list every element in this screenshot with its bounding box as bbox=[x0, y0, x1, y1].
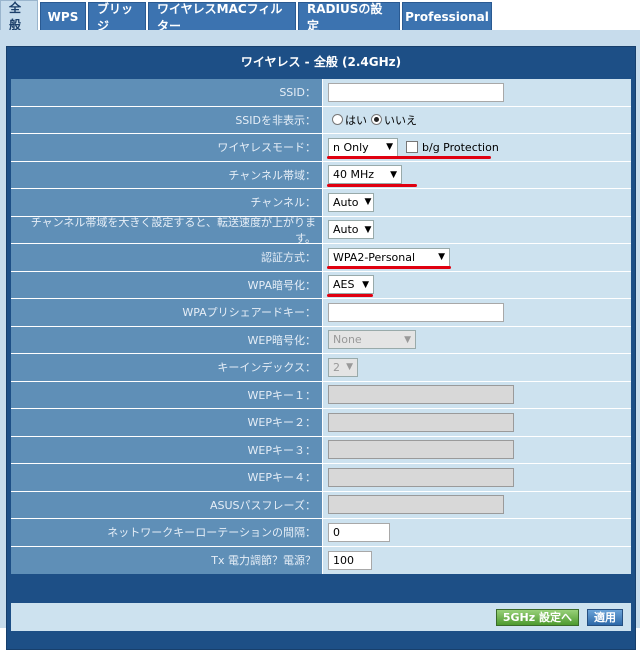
tab-professional[interactable]: Professional bbox=[402, 2, 492, 30]
wep-key2-input[interactable] bbox=[328, 412, 514, 432]
wireless-mode-select[interactable]: n Only ▼ bbox=[328, 137, 398, 157]
annotation-underline bbox=[327, 266, 451, 269]
chevron-down-icon: ▼ bbox=[404, 334, 411, 345]
asus-passphrase-input[interactable] bbox=[328, 495, 504, 515]
wireless-mode-label: ワイヤレスモード： bbox=[11, 134, 322, 161]
hide-ssid-yes-radio[interactable] bbox=[332, 114, 343, 126]
wep-key1-input[interactable] bbox=[328, 385, 514, 405]
wep-encryption-select[interactable]: None ▼ bbox=[328, 330, 416, 350]
asus-passphrase-label: ASUSパスフレーズ： bbox=[11, 491, 322, 518]
annotation-underline bbox=[327, 156, 491, 159]
row-auth-method: 認証方式： WPA2-Personal ▼ bbox=[11, 244, 631, 272]
settings-form: SSID： SSIDを非表示： はい いいえ ワイヤレスモード： n Only ▼ bbox=[11, 79, 631, 574]
row-key-index: キーインデックス： 2 ▼ bbox=[11, 354, 631, 382]
ext-channel-select[interactable]: Auto ▼ bbox=[328, 220, 374, 240]
wep-key4-label: WEPキー４： bbox=[11, 464, 322, 491]
chevron-down-icon: ▼ bbox=[364, 197, 372, 208]
wpa-psk-label: WPAプリシェアードキー： bbox=[11, 299, 322, 326]
row-wpa-psk: WPAプリシェアードキー： bbox=[11, 299, 631, 327]
tx-power-input[interactable]: 100 bbox=[328, 550, 372, 570]
row-wep-key1: WEPキー１： bbox=[11, 381, 631, 409]
key-index-label: キーインデックス： bbox=[11, 354, 322, 381]
auth-method-label: 認証方式： bbox=[11, 244, 322, 271]
chevron-down-icon: ▼ bbox=[386, 142, 393, 153]
row-wep-key3: WEPキー３： bbox=[11, 436, 631, 464]
tab-bridge[interactable]: ブリッジ bbox=[88, 2, 146, 33]
ext-channel-label: チャンネル帯域を大きく設定すると、転送速度が上がります。 bbox=[11, 216, 322, 245]
chevron-down-icon: ▼ bbox=[390, 169, 397, 180]
wep-key3-input[interactable] bbox=[328, 440, 514, 460]
wpa-encryption-select[interactable]: AES ▼ bbox=[328, 275, 374, 295]
row-wep-key2: WEPキー２： bbox=[11, 409, 631, 437]
key-index-select[interactable]: 2 ▼ bbox=[328, 357, 358, 377]
annotation-underline bbox=[327, 293, 373, 297]
wep-encryption-label: WEP暗号化： bbox=[11, 326, 322, 353]
row-ssid: SSID： bbox=[11, 79, 631, 107]
bg-protection-label: b/g Protection bbox=[422, 140, 499, 154]
chevron-down-icon: ▼ bbox=[364, 224, 372, 235]
hide-ssid-no-radio[interactable] bbox=[371, 114, 382, 126]
annotation-underline bbox=[327, 183, 417, 187]
key-rotation-label: ネットワークキーローテーションの間隔： bbox=[11, 519, 322, 546]
tab-radius[interactable]: RADIUSの設定 bbox=[298, 2, 400, 33]
content-frame: ワイヤレス - 全般 (2.4GHz) SSID： SSIDを非表示： はい い… bbox=[0, 30, 640, 650]
tx-power-label: Tx 電力調節？電源？ bbox=[11, 546, 322, 574]
tab-general[interactable]: 全般 bbox=[0, 0, 38, 32]
ssid-label: SSID： bbox=[11, 79, 322, 106]
wep-key2-label: WEPキー２： bbox=[11, 409, 322, 436]
auth-method-select[interactable]: WPA2-Personal ▼ bbox=[328, 247, 450, 267]
chevron-down-icon: ▼ bbox=[362, 279, 369, 290]
chevron-down-icon: ▼ bbox=[346, 362, 353, 373]
row-asus-passphrase: ASUSパスフレーズ： bbox=[11, 491, 631, 519]
page-title: ワイヤレス - 全般 (2.4GHz) bbox=[240, 55, 402, 69]
row-hide-ssid: SSIDを非表示： はい いいえ bbox=[11, 106, 631, 134]
row-tx-power: Tx 電力調節？電源？ 100 bbox=[11, 546, 631, 574]
row-wpa-encryption: WPA暗号化： AES ▼ bbox=[11, 271, 631, 299]
hide-ssid-no-label: いいえ bbox=[384, 113, 417, 127]
settings-panel: ワイヤレス - 全般 (2.4GHz) SSID： SSIDを非表示： はい い… bbox=[6, 46, 636, 650]
wep-key3-label: WEPキー３： bbox=[11, 436, 322, 463]
row-channel-width: チャンネル帯域： 40 MHz ▼ bbox=[11, 161, 631, 189]
channel-label: チャンネル： bbox=[11, 189, 322, 216]
channel-select[interactable]: Auto ▼ bbox=[328, 192, 374, 212]
row-wireless-mode: ワイヤレスモード： n Only ▼ b/g Protection bbox=[11, 134, 631, 162]
ssid-input[interactable] bbox=[328, 82, 504, 102]
chevron-down-icon: ▼ bbox=[438, 252, 445, 263]
wep-key4-input[interactable] bbox=[328, 467, 514, 487]
row-wep-key4: WEPキー４： bbox=[11, 464, 631, 492]
wep-key1-label: WEPキー１： bbox=[11, 381, 322, 408]
tab-mac-filter[interactable]: ワイヤレスMACフィルター bbox=[148, 2, 296, 33]
channel-width-label: チャンネル帯域： bbox=[11, 161, 322, 188]
tab-bar: 全般 WPS ブリッジ ワイヤレスMACフィルター RADIUSの設定 Prof… bbox=[0, 0, 640, 33]
hide-ssid-yes-label: はい bbox=[345, 113, 367, 127]
row-extension-channel: チャンネル帯域を大きく設定すると、転送速度が上がります。 Auto ▼ bbox=[11, 216, 631, 245]
bg-protection-checkbox[interactable] bbox=[406, 141, 418, 154]
wpa-psk-input[interactable] bbox=[328, 302, 504, 322]
row-channel: チャンネル： Auto ▼ bbox=[11, 189, 631, 217]
hide-ssid-label: SSIDを非表示： bbox=[11, 106, 322, 133]
row-key-rotation: ネットワークキーローテーションの間隔： 0 bbox=[11, 519, 631, 547]
wpa-encryption-label: WPA暗号化： bbox=[11, 271, 322, 298]
tab-wps[interactable]: WPS bbox=[40, 2, 86, 30]
5ghz-settings-button[interactable]: 5GHz 設定へ bbox=[495, 608, 579, 626]
button-bar: 5GHz 設定へ 適用 bbox=[11, 603, 631, 631]
channel-width-select[interactable]: 40 MHz ▼ bbox=[328, 165, 402, 185]
row-wep-encryption: WEP暗号化： None ▼ bbox=[11, 326, 631, 354]
key-rotation-input[interactable]: 0 bbox=[328, 522, 390, 542]
apply-button[interactable]: 適用 bbox=[587, 608, 623, 626]
